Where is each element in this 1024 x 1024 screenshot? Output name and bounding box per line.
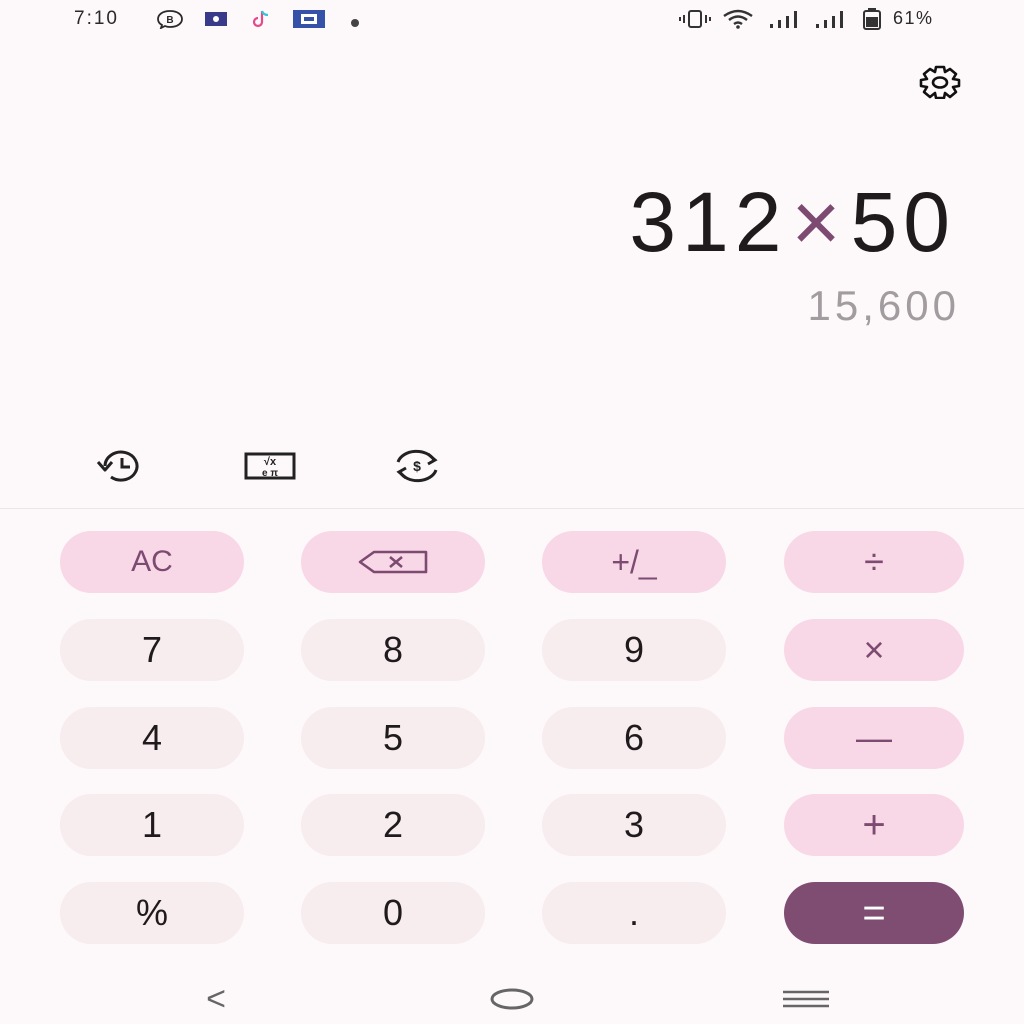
currency-converter-icon: $ xyxy=(396,449,438,483)
recents-icon xyxy=(783,990,829,1008)
ac-button[interactable]: AC xyxy=(60,531,244,593)
tiktok-icon xyxy=(250,8,272,35)
percent-button[interactable]: % xyxy=(60,882,244,944)
scientific-functions-button[interactable]: √x e π xyxy=(240,444,300,488)
digit-7-button[interactable]: 7 xyxy=(60,619,244,681)
digit-3-button[interactable]: 3 xyxy=(542,794,726,856)
status-time: 7:10 xyxy=(74,8,119,29)
battery-icon xyxy=(862,8,882,35)
history-icon xyxy=(96,450,139,482)
dot-icon xyxy=(350,15,360,33)
svg-text:√x: √x xyxy=(264,456,277,468)
decimal-point-button[interactable]: . xyxy=(542,882,726,944)
sign-toggle-button[interactable]: +/_ xyxy=(542,531,726,593)
back-icon: < xyxy=(206,979,226,1018)
recents-button[interactable] xyxy=(776,978,836,1020)
digit-2-button[interactable]: 2 xyxy=(301,794,485,856)
app-icon xyxy=(205,12,227,31)
expression-display: 312 × 50 xyxy=(629,172,956,272)
back-button[interactable]: < xyxy=(186,978,246,1020)
b-chat-icon: B xyxy=(156,9,184,34)
divider xyxy=(0,508,1024,509)
operator: × xyxy=(791,175,847,269)
backspace-button[interactable] xyxy=(301,531,485,593)
svg-text:B: B xyxy=(166,15,173,26)
signal-icon xyxy=(768,10,800,33)
digit-9-button[interactable]: 9 xyxy=(542,619,726,681)
svg-text:$: $ xyxy=(413,458,421,474)
minus-button[interactable]: — xyxy=(784,707,964,769)
multiply-button[interactable]: × xyxy=(784,619,964,681)
digit-8-button[interactable]: 8 xyxy=(301,619,485,681)
wifi-icon xyxy=(722,9,754,34)
currency-converter-button[interactable]: $ xyxy=(387,444,447,488)
status-bar: 7:10 B 61% xyxy=(0,0,1024,38)
settings-button[interactable] xyxy=(914,64,966,100)
home-button[interactable] xyxy=(482,978,542,1020)
operand-2: 50 xyxy=(850,175,956,269)
digit-5-button[interactable]: 5 xyxy=(301,707,485,769)
scientific-functions-icon: √x e π xyxy=(244,452,296,480)
digit-6-button[interactable]: 6 xyxy=(542,707,726,769)
result-preview: 15,600 xyxy=(807,282,960,329)
vibrate-icon xyxy=(677,10,713,33)
backspace-icon xyxy=(358,550,428,574)
digit-4-button[interactable]: 4 xyxy=(60,707,244,769)
divide-button[interactable]: ÷ xyxy=(784,531,964,593)
equals-button[interactable]: = xyxy=(784,882,964,944)
operand-1: 312 xyxy=(629,175,788,269)
battery-percentage: 61% xyxy=(893,8,934,28)
digit-0-button[interactable]: 0 xyxy=(301,882,485,944)
digit-1-button[interactable]: 1 xyxy=(60,794,244,856)
svg-text:e π: e π xyxy=(262,468,278,479)
app-icon-2 xyxy=(293,10,325,33)
gear-icon xyxy=(919,65,961,99)
signal-icon-2 xyxy=(814,10,846,33)
home-icon xyxy=(490,988,534,1010)
plus-button[interactable]: + xyxy=(784,794,964,856)
history-button[interactable] xyxy=(92,444,152,488)
